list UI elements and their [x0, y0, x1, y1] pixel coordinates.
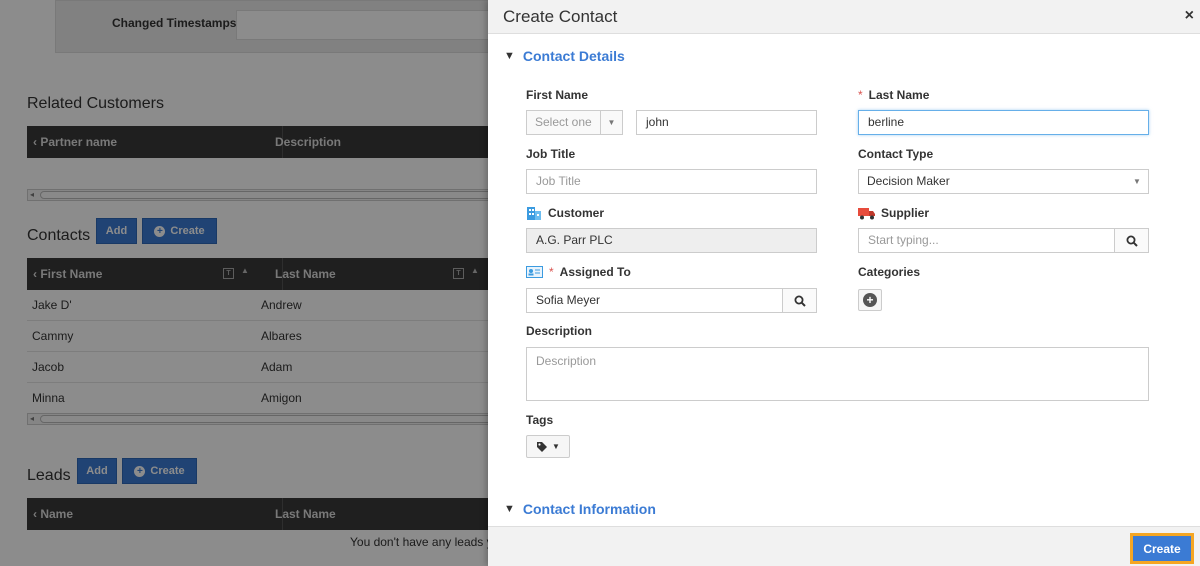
caret-down-icon: ▼ [600, 111, 622, 134]
required-marker: * [549, 265, 554, 279]
assigned-to-label: * Assigned To [526, 265, 631, 279]
create-contact-modal: Create Contact × ▼ Contact Details First… [488, 0, 1200, 566]
caret-down-icon: ▼ [1133, 177, 1141, 186]
categories-label: Categories [858, 265, 921, 279]
search-icon [1126, 235, 1138, 247]
assigned-to-input[interactable]: Sofia Meyer [526, 288, 783, 313]
modal-footer: Create [488, 526, 1200, 566]
close-icon[interactable]: × [1185, 7, 1194, 25]
assigned-to-search-button[interactable] [782, 288, 817, 313]
tag-icon [537, 441, 548, 452]
modal-body: ▼ Contact Details First Name Select one … [488, 34, 1200, 526]
customer-input[interactable]: A.G. Parr PLC [526, 228, 817, 253]
chevron-down-icon: ▼ [504, 50, 515, 62]
contact-type-label: Contact Type [858, 147, 934, 161]
job-title-input[interactable]: Job Title [526, 169, 817, 194]
create-button[interactable]: Create [1130, 533, 1194, 564]
truck-icon [858, 207, 875, 219]
last-name-input[interactable]: berline [858, 110, 1149, 135]
id-card-icon [526, 266, 543, 278]
last-name-label: * Last Name [858, 88, 930, 102]
plus-circle-icon: + [863, 293, 877, 307]
first-name-label: First Name [526, 88, 589, 102]
description-label: Description [526, 324, 593, 338]
modal-title: Create Contact [503, 7, 618, 26]
contact-information-section-toggle[interactable]: ▼ Contact Information [504, 501, 656, 517]
building-icon [527, 207, 541, 220]
modal-header: Create Contact × [488, 0, 1200, 34]
caret-down-icon: ▼ [552, 442, 560, 451]
contact-type-select[interactable]: Decision Maker ▼ [858, 169, 1149, 194]
description-textarea[interactable]: Description [526, 347, 1149, 401]
customer-label: Customer [526, 206, 604, 220]
search-icon [794, 295, 806, 307]
chevron-down-icon: ▼ [504, 503, 515, 515]
supplier-search-button[interactable] [1114, 228, 1149, 253]
first-name-input[interactable]: john [636, 110, 817, 135]
tags-label: Tags [526, 413, 554, 427]
required-marker: * [858, 88, 863, 102]
supplier-label: Supplier [858, 206, 929, 220]
add-category-button[interactable]: + [858, 289, 882, 311]
job-title-label: Job Title [526, 147, 576, 161]
supplier-input[interactable]: Start typing... [858, 228, 1115, 253]
tags-dropdown-button[interactable]: ▼ [526, 435, 570, 458]
salutation-select[interactable]: Select one ▼ [526, 110, 623, 135]
contact-details-section-toggle[interactable]: ▼ Contact Details [504, 48, 625, 64]
